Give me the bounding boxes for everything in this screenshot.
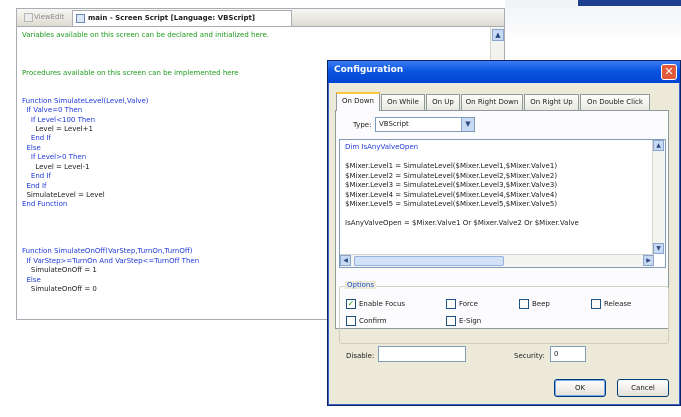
scroll-up-arrow-icon[interactable]: ▲ bbox=[653, 140, 664, 151]
checkbox-label: E-Sign bbox=[459, 317, 482, 325]
options-legend: Options bbox=[345, 281, 377, 289]
editor-tab-label: main - Screen Script [Language: VBScript… bbox=[88, 14, 256, 22]
checkbox-box[interactable] bbox=[446, 316, 456, 326]
tab-on-up[interactable]: On Up bbox=[426, 94, 460, 111]
type-label: Type: bbox=[353, 121, 372, 129]
editor-tab-strip: ViewEdit main - Screen Script [Language:… bbox=[17, 9, 504, 27]
checkbox-box[interactable] bbox=[591, 299, 601, 309]
script-icon bbox=[76, 14, 85, 23]
background-shade bbox=[505, 0, 681, 45]
close-icon: ✕ bbox=[664, 65, 674, 78]
security-label: Security: bbox=[514, 352, 545, 360]
editor-tab-label: ViewEdit bbox=[34, 13, 65, 21]
checkbox-label: Confirm bbox=[359, 317, 387, 325]
script-line bbox=[345, 210, 645, 220]
e-sign-checkbox[interactable]: E-Sign bbox=[446, 316, 481, 327]
checkbox-label: Enable Focus bbox=[359, 300, 406, 308]
force-checkbox[interactable]: Force bbox=[446, 299, 478, 310]
disable-input[interactable] bbox=[378, 346, 466, 362]
tab-on-double-click[interactable]: On Double Click bbox=[580, 94, 650, 111]
script-line: $Mixer.Level5 = SimulateLevel($Mixer.Lev… bbox=[345, 200, 558, 208]
ok-button[interactable]: OK bbox=[554, 379, 606, 397]
checkbox-box[interactable] bbox=[519, 299, 529, 309]
script-textarea[interactable]: Dim IsAnyValveOpen $Mixer.Level1 = Simul… bbox=[339, 139, 666, 268]
code-line: Variables available on this screen can b… bbox=[22, 31, 270, 39]
script-line: $Mixer.Level4 = SimulateLevel($Mixer.Lev… bbox=[345, 190, 558, 199]
scroll-down-arrow-icon[interactable]: ▼ bbox=[653, 243, 664, 254]
checkbox-box[interactable]: ✓ bbox=[346, 299, 356, 309]
script-line bbox=[345, 153, 645, 163]
configuration-dialog: Configuration ✕ On Down On While On Up O… bbox=[327, 60, 681, 406]
tab-on-while[interactable]: On While bbox=[381, 94, 425, 111]
corner-accent-bar bbox=[578, 0, 681, 6]
script-line: $Mixer.Level3 = SimulateLevel($Mixer.Lev… bbox=[345, 181, 558, 189]
chevron-down-icon[interactable]: ▼ bbox=[461, 118, 474, 131]
script-line: $Mixer.Level1 = SimulateLevel($Mixer.Lev… bbox=[345, 162, 558, 170]
close-button[interactable]: ✕ bbox=[661, 64, 677, 80]
confirm-checkbox[interactable]: Confirm bbox=[346, 316, 387, 327]
release-checkbox[interactable]: Release bbox=[591, 299, 631, 310]
type-select-value: VBScript bbox=[379, 120, 409, 128]
script-line: $Mixer.Level2 = SimulateLevel($Mixer.Lev… bbox=[345, 171, 558, 180]
dialog-title: Configuration bbox=[334, 65, 404, 75]
scroll-right-arrow-icon[interactable]: ▶ bbox=[643, 255, 654, 266]
security-input[interactable]: 0 bbox=[550, 346, 586, 362]
beep-checkbox[interactable]: Beep bbox=[519, 299, 550, 310]
disable-label: Disable: bbox=[346, 352, 375, 360]
script-line: IsAnyValveOpen = $Mixer.Valve1 Or $Mixer… bbox=[345, 219, 579, 227]
dialog-titlebar[interactable]: Configuration ✕ bbox=[328, 61, 680, 83]
options-group: Options ✓ Enable Focus Force Beep Release… bbox=[339, 281, 669, 344]
checkbox-box[interactable] bbox=[446, 299, 456, 309]
tab-on-right-down[interactable]: On Right Down bbox=[461, 94, 523, 111]
tab-on-down[interactable]: On Down bbox=[336, 92, 380, 111]
checkbox-label: Release bbox=[604, 300, 632, 308]
scrollbar-thumb[interactable] bbox=[354, 256, 504, 266]
script-line: Dim IsAnyValveOpen bbox=[345, 143, 419, 151]
cancel-button[interactable]: Cancel bbox=[617, 379, 669, 397]
checkbox-label: Beep bbox=[532, 300, 550, 308]
editor-tab-viewedit[interactable]: ViewEdit bbox=[21, 10, 71, 26]
scroll-up-arrow-icon[interactable]: ▲ bbox=[492, 29, 504, 41]
document-icon bbox=[24, 13, 33, 22]
type-select[interactable]: VBScript ▼ bbox=[375, 117, 475, 132]
script-content[interactable]: Dim IsAnyValveOpen $Mixer.Level1 = Simul… bbox=[345, 143, 645, 253]
checkbox-box[interactable] bbox=[346, 316, 356, 326]
checkbox-label: Force bbox=[459, 300, 478, 308]
enable-focus-checkbox[interactable]: ✓ Enable Focus bbox=[346, 299, 405, 310]
editor-tab-main-script[interactable]: main - Screen Script [Language: VBScript… bbox=[72, 10, 292, 26]
script-horizontal-scrollbar[interactable]: ◀ ▶ bbox=[340, 254, 654, 267]
tab-on-right-up[interactable]: On Right Up bbox=[524, 94, 579, 111]
scroll-left-arrow-icon[interactable]: ◀ bbox=[340, 255, 351, 266]
script-vertical-scrollbar[interactable]: ▲ ▼ bbox=[652, 140, 665, 254]
